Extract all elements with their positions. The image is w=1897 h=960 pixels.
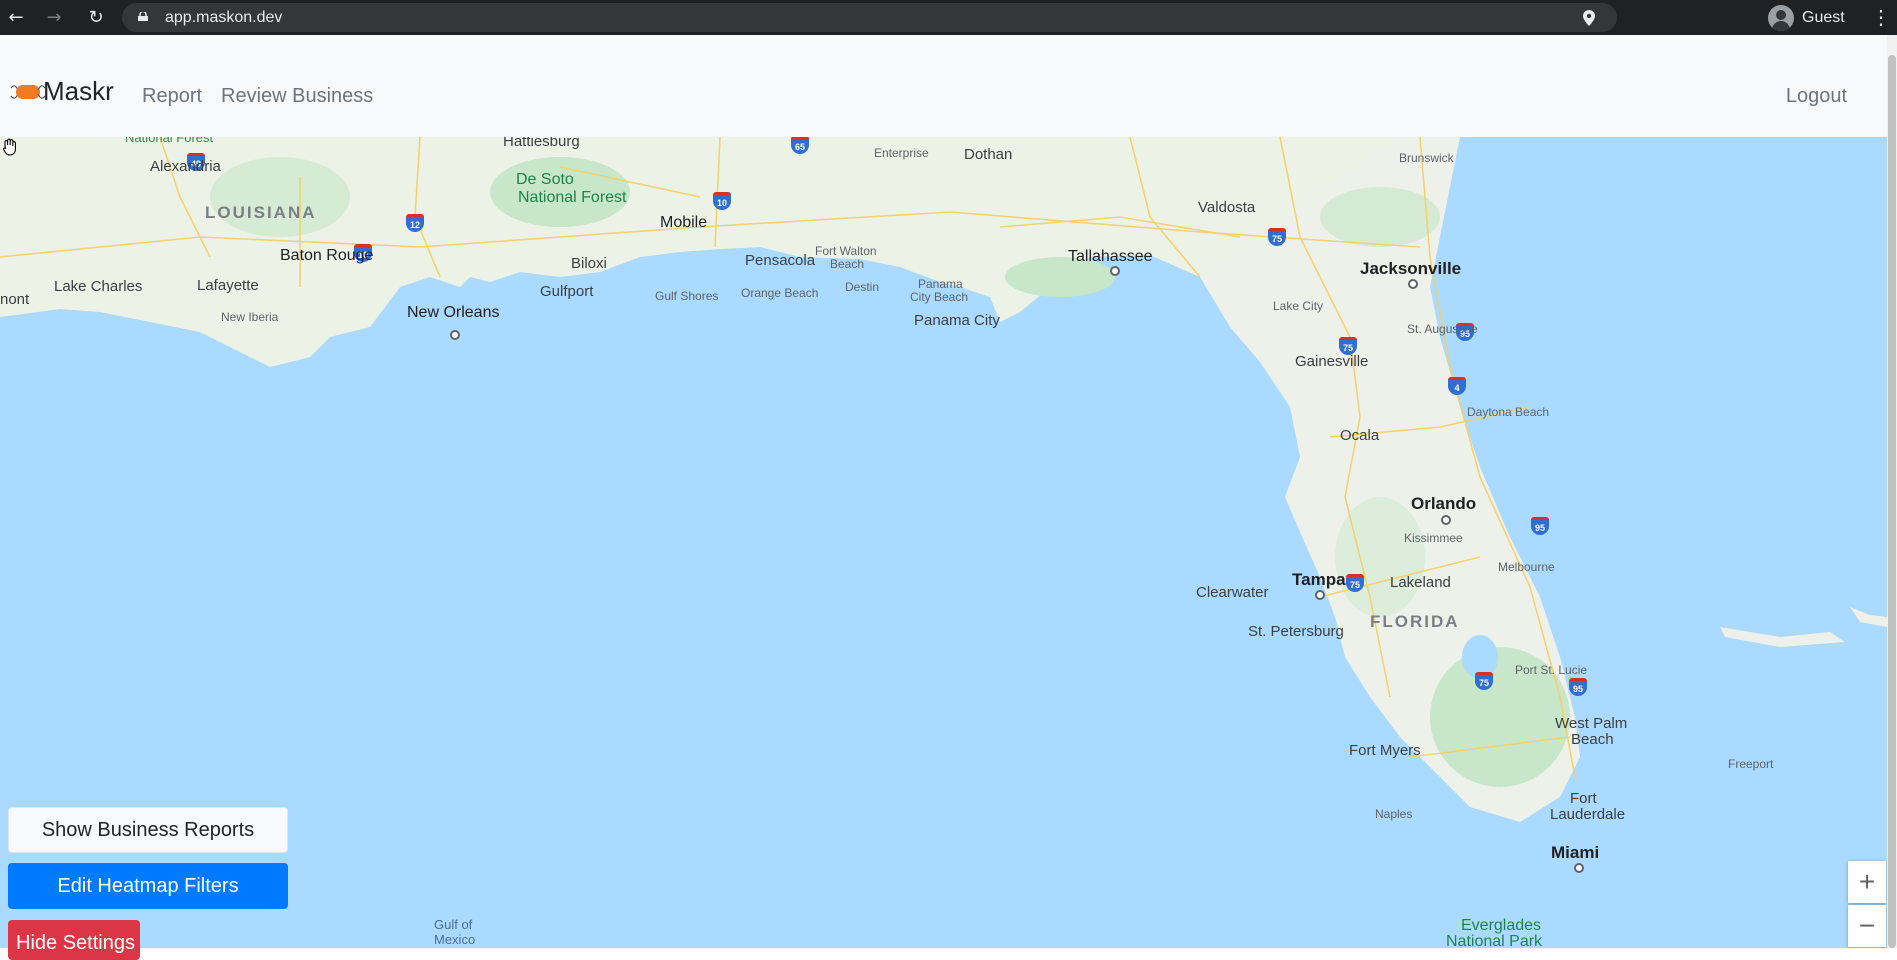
map-label: LOUISIANA: [205, 203, 317, 222]
profile-label: Guest: [1802, 8, 1845, 26]
map-label: Enterprise: [874, 146, 929, 160]
show-business-reports-button[interactable]: Show Business Reports: [8, 807, 288, 853]
map-label: Brunswick: [1399, 151, 1454, 165]
highway-shield: 12: [406, 214, 424, 232]
url-text: app.maskon.dev: [165, 9, 283, 26]
map-label: Gulf Shores: [655, 289, 719, 303]
map-label: Naples: [1375, 807, 1413, 821]
map-label: Mobile: [660, 214, 708, 231]
zoom-out-button[interactable]: −: [1848, 905, 1886, 947]
map-label: Alexandria: [150, 158, 221, 175]
map-label: West Palm: [1555, 715, 1628, 732]
scrollbar-thumb[interactable]: [1888, 55, 1896, 948]
map-label: Orlando: [1411, 494, 1477, 513]
map-label: Beach: [1571, 731, 1614, 748]
map-label: Freeport: [1728, 757, 1774, 771]
brand-link[interactable]: Maskr: [10, 76, 114, 107]
map-label: Port St. Lucie: [1515, 663, 1588, 677]
map-label: Ocala: [1340, 427, 1380, 444]
highway-shield: 95: [1569, 678, 1587, 696]
map-label: Kissimmee: [1404, 531, 1463, 545]
location-pin-icon[interactable]: [1583, 10, 1595, 26]
mask-logo-icon: [10, 84, 46, 99]
map-label: Fort Walton: [815, 244, 877, 258]
map-label: Hattiesburg: [503, 137, 580, 150]
map-label: Valdosta: [1198, 199, 1256, 216]
highway-shield: 10: [713, 192, 731, 210]
map-label: nont: [0, 291, 30, 308]
page-scrollbar[interactable]: [1887, 35, 1897, 948]
highway-shield: 75: [1475, 672, 1493, 690]
app-navbar: Maskr Report Review Business Logout: [0, 35, 1887, 137]
city-marker: [450, 330, 460, 340]
map-label: Lake City: [1273, 299, 1324, 313]
map-label: New Iberia: [221, 310, 279, 324]
map-label: Dothan: [964, 146, 1013, 163]
map-label: Fort: [1570, 790, 1597, 807]
nav-logout[interactable]: Logout: [1786, 85, 1847, 108]
more-vert-icon[interactable]: ⋮: [1870, 0, 1892, 35]
highway-shield: 75: [1268, 228, 1286, 246]
lock-icon: [138, 12, 148, 21]
map-label: Lafayette: [197, 277, 259, 294]
map-label: Clearwater: [1196, 584, 1269, 601]
reload-icon[interactable]: ↻: [82, 0, 110, 35]
map-label: Baton Rouge: [280, 247, 374, 264]
edit-heatmap-filters-button[interactable]: Edit Heatmap Filters: [8, 863, 288, 909]
map-label: Panama: [918, 277, 963, 291]
nav-report[interactable]: Report: [142, 85, 202, 108]
brand-name: Maskr: [43, 76, 114, 106]
map-label: Biloxi: [571, 255, 607, 272]
map-label: Lake Charles: [54, 278, 143, 295]
forward-arrow-icon[interactable]: →: [40, 0, 68, 35]
map-label: Fort Myers: [1349, 742, 1421, 759]
map-label: Tallahassee: [1068, 248, 1153, 265]
city-marker: [1315, 590, 1325, 600]
map-label: Orange Beach: [741, 286, 819, 300]
profile-button[interactable]: Guest: [1768, 3, 1858, 32]
map-label: St. Augustine: [1407, 322, 1478, 336]
map-label: Pensacola: [745, 252, 816, 269]
map-label: Gulf of: [434, 917, 473, 932]
map-label: Beach: [830, 257, 865, 271]
map-label: Gulfport: [540, 283, 594, 300]
map-label: Daytona Beach: [1467, 405, 1550, 419]
map-label: National Park: [1446, 933, 1543, 948]
map-label: Panama City: [914, 312, 1000, 329]
map-label: FLORIDA: [1370, 612, 1460, 631]
nav-review-business[interactable]: Review Business: [221, 85, 373, 108]
highway-shield: 4: [1448, 377, 1466, 395]
city-marker: [1408, 279, 1418, 289]
map-label: De Soto: [516, 171, 574, 188]
map-label: Destin: [845, 280, 880, 294]
grab-cursor-icon: [3, 138, 16, 156]
map-label: Tampa: [1292, 570, 1346, 589]
map-label: New Orleans: [407, 304, 500, 321]
map-label: Gainesville: [1295, 353, 1369, 370]
map-label: Miami: [1551, 843, 1600, 862]
avatar-icon: [1768, 4, 1794, 31]
city-marker: [1574, 863, 1584, 873]
map-label: Jacksonville: [1360, 259, 1462, 278]
map-label: Mexico: [434, 932, 476, 947]
map-label: National Forest: [125, 137, 214, 145]
map-label: City Beach: [910, 290, 969, 304]
browser-toolbar: ← → ↻ app.maskon.dev Guest ⋮: [0, 0, 1897, 35]
highway-shield: 75: [1346, 574, 1364, 592]
city-marker: [1110, 266, 1120, 276]
hide-settings-button[interactable]: Hide Settings: [8, 920, 140, 960]
map-label: Lakeland: [1390, 574, 1451, 591]
address-bar[interactable]: app.maskon.dev: [122, 3, 1617, 32]
map-label: Melbourne: [1498, 560, 1555, 574]
map-label: National Forest: [518, 189, 627, 206]
map-label: St. Petersburg: [1248, 623, 1344, 640]
back-arrow-icon[interactable]: ←: [2, 0, 30, 35]
map-label: Lauderdale: [1550, 806, 1626, 823]
highway-shield: 95: [1531, 517, 1549, 535]
city-marker: [1441, 515, 1451, 525]
zoom-in-button[interactable]: +: [1848, 861, 1886, 903]
